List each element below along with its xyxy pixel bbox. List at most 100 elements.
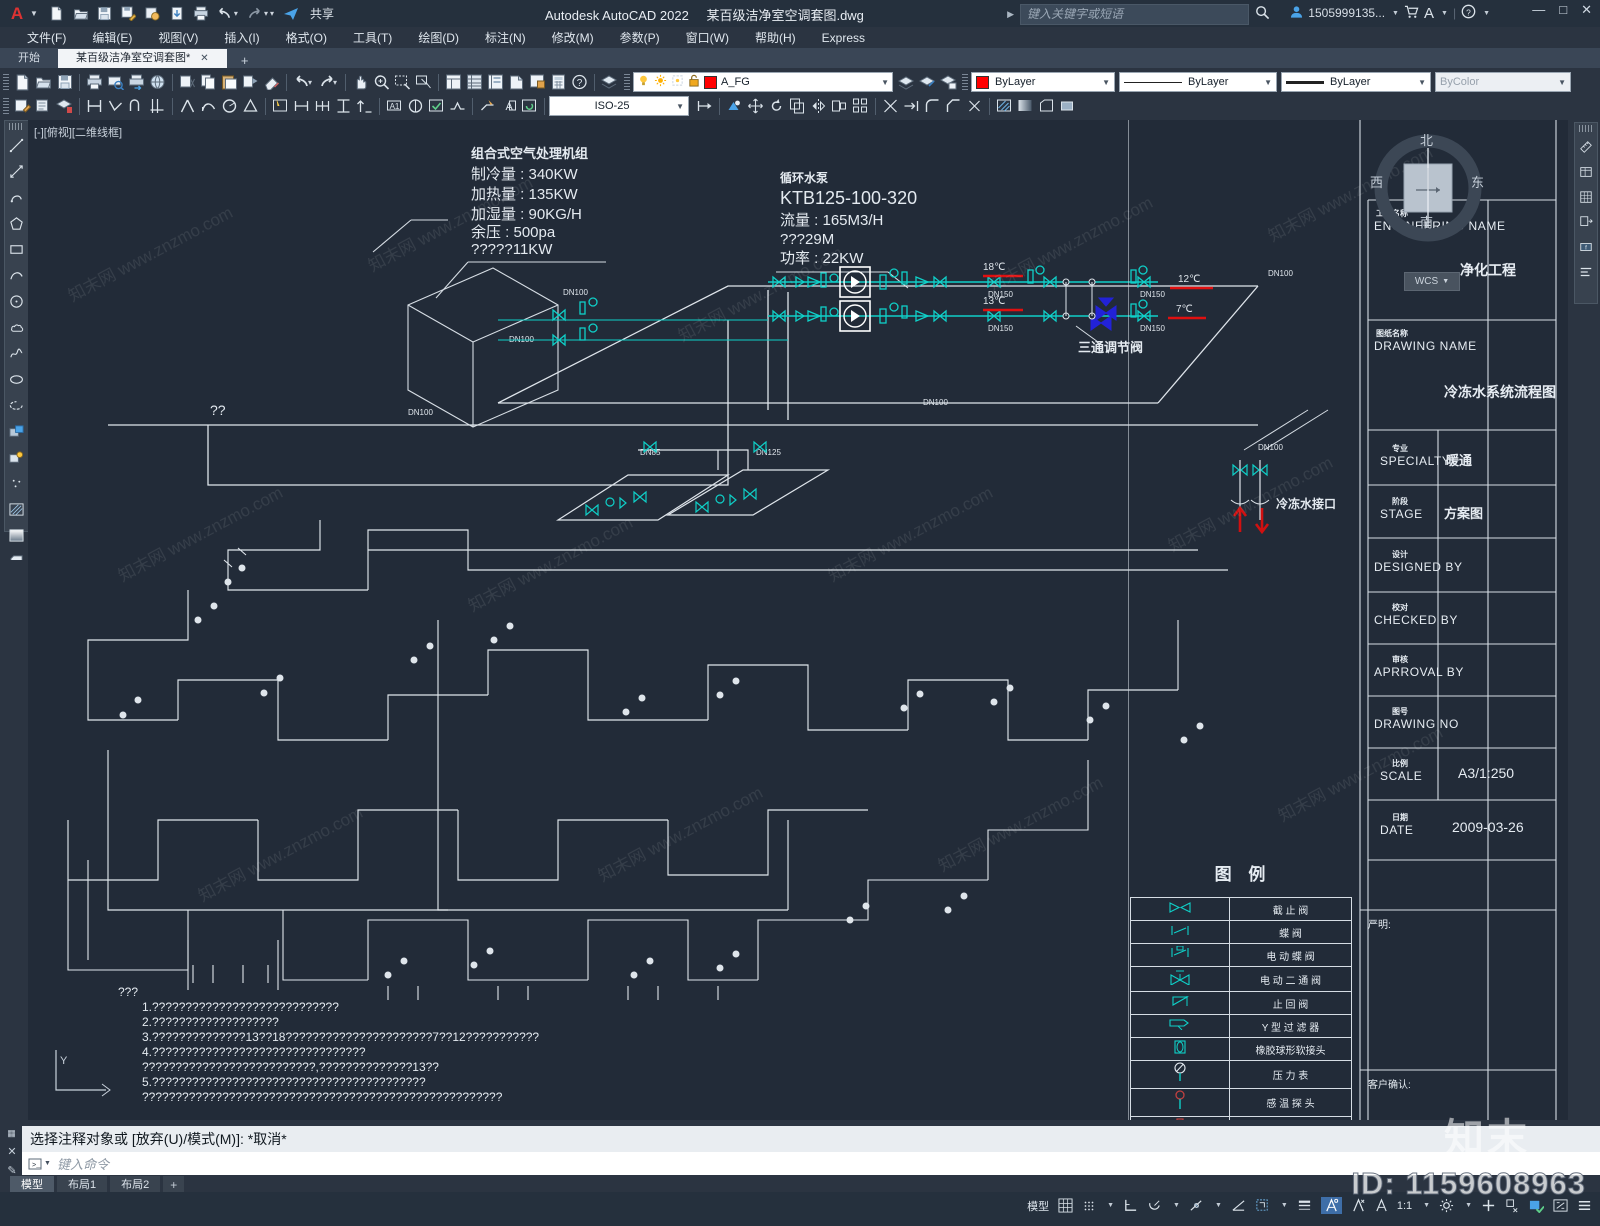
toolbar-grip[interactable] [3,73,9,91]
linetype-control[interactable]: ByLayer ▼ [1119,72,1278,92]
menu-item-modify[interactable]: 修改(M) [539,29,607,46]
zoom-previous-icon[interactable] [413,72,434,93]
dim-style-icon[interactable] [405,96,426,117]
modify-toolbar-grip[interactable] [1579,125,1593,132]
menu-item-express[interactable]: Express [809,31,878,45]
command-grip-icon[interactable]: ▦ [7,1128,17,1139]
share-icon[interactable] [280,3,302,25]
command-input[interactable]: 键入命令 [57,1154,109,1173]
undo-icon[interactable] [214,3,236,25]
insert-block-icon[interactable] [5,418,28,444]
tab-start[interactable]: 开始 [0,49,58,68]
menu-item-draw[interactable]: 绘图(D) [405,29,472,46]
application-menu-button[interactable]: A [0,0,34,27]
sheetset-icon[interactable] [506,72,527,93]
qat-overflow-caret-icon[interactable]: ▾ [270,9,274,18]
command-line-handle[interactable]: ▦ ✕ ✎ [2,1126,22,1178]
3d-publish-icon[interactable] [147,72,168,93]
account-caret-icon[interactable]: ▼ [1392,10,1399,17]
explode-icon[interactable] [964,96,985,117]
tab-close-icon[interactable]: ✕ [200,49,208,68]
new-icon[interactable] [12,72,33,93]
save-as-icon[interactable] [118,3,140,25]
dimstyle-dropdown-icon[interactable]: ▼ [670,102,684,111]
paste-icon[interactable] [219,72,240,93]
fillet-icon[interactable] [922,96,943,117]
layer-toolbar-grip[interactable] [624,73,631,91]
save-icon[interactable] [94,3,116,25]
ordinate-dim-icon[interactable] [354,96,375,117]
baseline-dim-icon[interactable] [333,96,354,117]
new-file-icon[interactable] [46,3,68,25]
hatch-icon[interactable] [994,96,1015,117]
markup-icon[interactable] [527,72,548,93]
open-from-web-icon[interactable] [166,3,188,25]
linear-dim-icon[interactable] [291,96,312,117]
extend-icon[interactable] [901,96,922,117]
plot-icon[interactable] [190,3,212,25]
layer-make-current-icon[interactable] [917,72,938,93]
layer-color-swatch[interactable] [704,75,718,89]
command-history[interactable]: 选择注释对象或 [放弃(U)/模式(M)]: *取消* [22,1126,1600,1152]
pan-icon[interactable] [350,72,371,93]
workspace-caret-icon[interactable]: ▼ [1465,1202,1472,1209]
application-menu-caret-icon[interactable]: ▼ [30,9,38,18]
plot-preview-icon[interactable] [105,72,126,93]
draw-point-icon[interactable] [5,470,28,496]
align-icon[interactable] [1575,259,1597,284]
dimstyle-control[interactable]: ISO-25 ▼ [549,96,689,116]
ucs-toggle-icon[interactable] [1255,1198,1270,1213]
new-tab-button[interactable]: + [233,53,257,68]
toolbar2-grip[interactable] [3,97,9,115]
command-prompt-icon[interactable]: >_ ▼ [28,1158,51,1170]
layer-states-icon[interactable] [938,72,959,93]
quick-properties-icon[interactable] [12,96,33,117]
menu-item-format[interactable]: 格式(O) [273,29,340,46]
snap-icon[interactable] [1082,1199,1096,1213]
offset-icon[interactable] [829,96,850,117]
erase-icon[interactable] [261,72,282,93]
ucs-caret-icon[interactable]: ▼ [1442,278,1449,285]
open-file-icon[interactable] [70,3,92,25]
menu-item-help[interactable]: 帮助(H) [742,29,809,46]
maximize-button[interactable]: □ [1559,2,1567,18]
save-to-web-icon[interactable] [142,3,164,25]
copy-icon[interactable] [198,72,219,93]
lineweight-control[interactable]: ByLayer ▼ [1281,72,1432,92]
draw-ellipse-arc-icon[interactable] [5,392,28,418]
zoom-window-icon[interactable] [392,72,413,93]
autodesk-icon[interactable]: A [1424,5,1434,22]
menu-item-tools[interactable]: 工具(T) [340,29,405,46]
menu-item-edit[interactable]: 编辑(E) [79,29,145,46]
draw-line-icon[interactable] [5,132,28,158]
text-style-icon[interactable]: A [498,96,519,117]
publish-icon[interactable] [126,72,147,93]
line-icon[interactable] [84,96,105,117]
osnap-caret-icon[interactable]: ▼ [1215,1202,1222,1209]
menu-item-parametric[interactable]: 参数(P) [607,29,673,46]
fields-icon[interactable]: f [1575,234,1597,259]
viewcube-east-label[interactable]: 东 [1471,172,1484,191]
open-icon[interactable] [33,72,54,93]
redo-icon[interactable] [244,3,266,25]
match-properties-icon[interactable] [240,72,261,93]
cart-icon[interactable] [1404,5,1419,22]
layer-lock-vp-icon[interactable] [671,74,684,90]
zoom-realtime-icon[interactable] [371,72,392,93]
annotation-visibility-icon[interactable] [1320,1197,1342,1214]
draw-rectangle-icon[interactable] [5,236,28,262]
save-icon-2[interactable] [54,72,75,93]
cut-icon[interactable] [177,72,198,93]
color-dropdown-icon[interactable]: ▼ [1096,78,1110,87]
layer-delete-icon[interactable] [54,96,75,117]
copy-object-icon[interactable] [787,96,808,117]
minimize-button[interactable]: — [1532,2,1545,18]
grid-tool-icon[interactable] [1575,184,1597,209]
account-name[interactable]: 1505999135... [1308,6,1385,20]
draw-gradient-icon[interactable] [5,522,28,548]
spline-icon[interactable] [198,96,219,117]
multileader-icon[interactable] [477,96,498,117]
otrack-icon[interactable] [1231,1198,1246,1213]
snap-caret-icon[interactable]: ▼ [1107,1202,1114,1209]
plotstyle-control[interactable]: ByColor ▼ [1435,72,1572,92]
